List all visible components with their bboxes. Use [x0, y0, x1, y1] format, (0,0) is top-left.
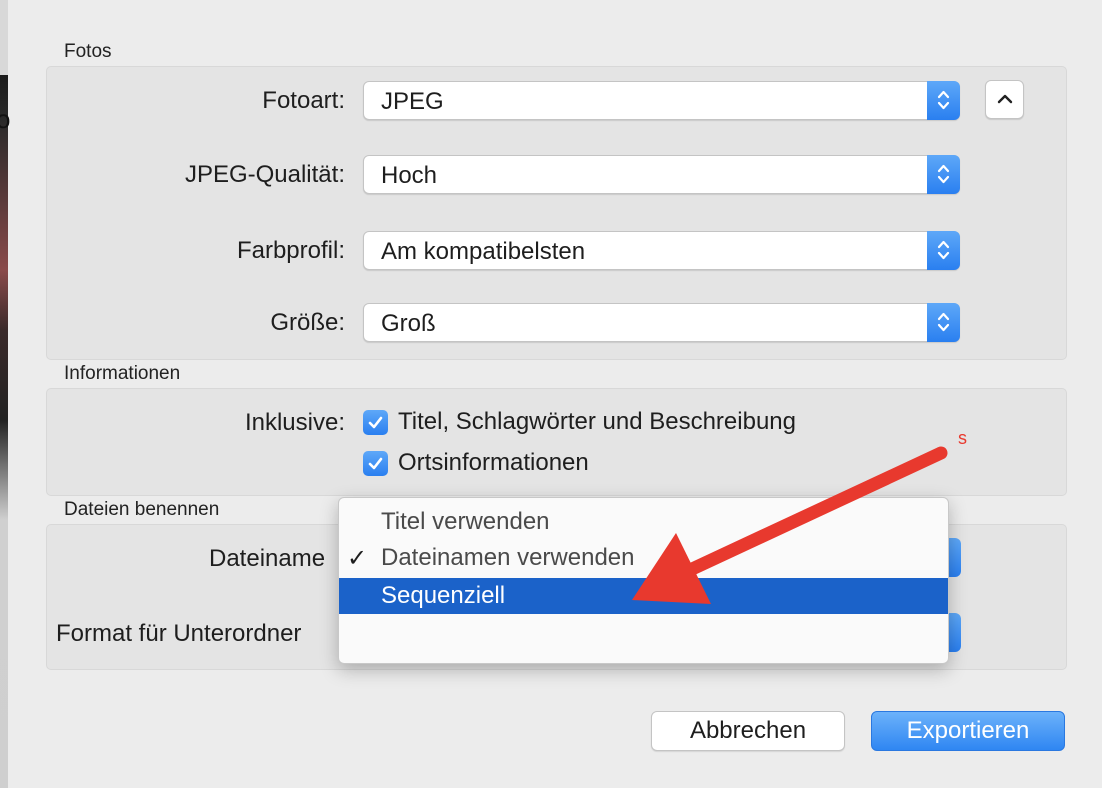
export-button[interactable]: Exportieren	[871, 711, 1065, 751]
annotation-letter: s	[958, 428, 967, 448]
cancel-button[interactable]: Abbrechen	[651, 711, 845, 751]
annotation-arrow	[632, 446, 948, 604]
